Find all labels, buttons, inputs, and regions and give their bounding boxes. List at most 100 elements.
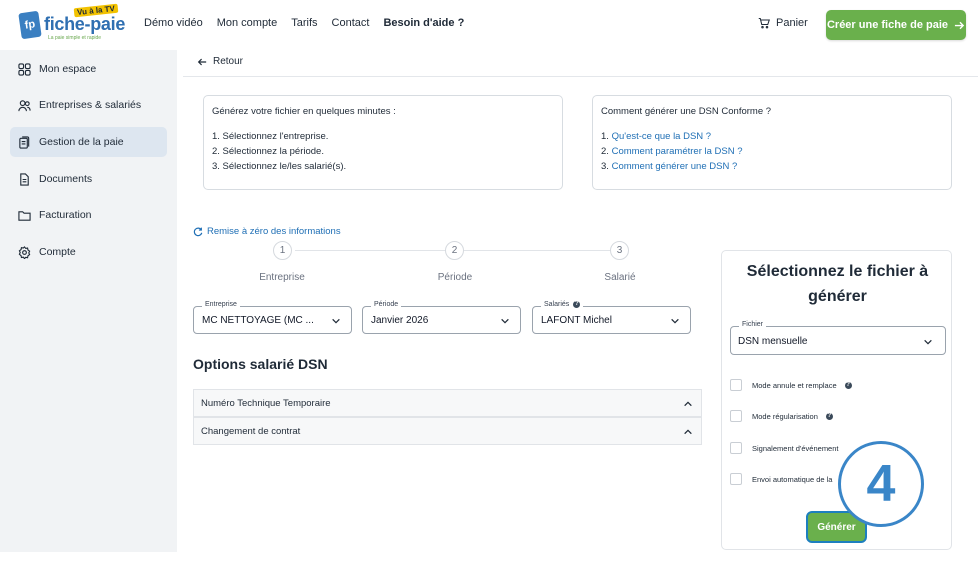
top-navigation: fp fiche-paie Vu à la TV La paie simple … (0, 0, 980, 50)
reset-label: Remise à zéro des informations (207, 226, 341, 237)
chevron-down-icon (332, 318, 340, 324)
instruction-line: 1. Sélectionnez l'entreprise. (212, 131, 329, 142)
dsn-help-line: 2. Comment paramétrer la DSN ? (601, 144, 943, 159)
sidebar-item-label: Compte (39, 246, 76, 258)
header-divider (183, 76, 978, 77)
step-2-label: Période (437, 272, 473, 283)
nav-tarifs[interactable]: Tarifs (291, 17, 317, 29)
checkbox-label: Signalement d'événement (752, 443, 839, 453)
checkbox[interactable] (730, 379, 742, 391)
accordion-changement-contrat[interactable]: Changement de contrat (193, 417, 702, 445)
document-icon (20, 172, 29, 186)
logo-name: fiche-paie (44, 14, 126, 34)
options-title: Options salarié DSN (193, 356, 328, 372)
checkbox-label: Envoi automatique de la (752, 474, 833, 484)
chevron-up-icon (684, 429, 692, 435)
option-regularisation: Mode régularisation ? (730, 409, 930, 423)
accordion-label: Numéro Technique Temporaire (201, 397, 331, 409)
nav-contact[interactable]: Contact (332, 17, 370, 29)
sidebar-item-entreprises[interactable]: Entreprises & salariés (10, 90, 167, 120)
help-icon[interactable]: ? (573, 301, 581, 308)
fichier-select[interactable]: Fichier DSN mensuelle (730, 321, 946, 355)
reset-link[interactable]: Remise à zéro des informations (193, 226, 341, 237)
list-number: 1. (601, 131, 609, 142)
arrow-right-icon (954, 21, 965, 29)
entreprise-label: Entreprise (202, 301, 240, 308)
step-number-badge: 4 (838, 441, 924, 527)
sidebar-item-label: Entreprises & salariés (39, 99, 142, 111)
sidebar-item-label: Mon espace (39, 63, 97, 75)
instructions-box: Générez votre fichier en quelques minute… (203, 95, 563, 190)
salaries-value: LAFONT Michel (541, 315, 612, 326)
folder-icon (18, 210, 31, 221)
instruction-line: 2. Sélectionnez la période. (212, 146, 324, 157)
link-generate-dsn[interactable]: Comment générer une DSN ? (612, 161, 738, 172)
sidebar-item-gestion-paie[interactable]: Gestion de la paie (10, 127, 167, 157)
option-annule-remplace: Mode annule et remplace ? (730, 378, 930, 392)
step-2-circle: 2 (445, 241, 464, 260)
accordion-numero-technique[interactable]: Numéro Technique Temporaire (193, 389, 702, 417)
dsn-help-line: 3. Comment générer une DSN ? (601, 159, 943, 174)
salaries-label: Salariés (544, 301, 570, 308)
nav-besoin-aide[interactable]: Besoin d'aide ? (383, 17, 464, 29)
create-payslip-label: Créer une fiche de paie (826, 19, 949, 31)
list-number: 2. (601, 146, 609, 157)
step-1-circle: 1 (273, 241, 292, 260)
cart-icon (758, 17, 770, 29)
fichier-value: DSN mensuelle (738, 336, 808, 347)
fiche-paie-logo[interactable]: fp fiche-paie Vu à la TV La paie simple … (18, 3, 126, 42)
periode-select[interactable]: Période Janvier 2026 (362, 301, 521, 334)
checkbox[interactable] (730, 442, 742, 454)
create-payslip-button[interactable]: Créer une fiche de paie (826, 10, 966, 40)
salaries-select[interactable]: Salariés? LAFONT Michel (532, 301, 691, 334)
sidebar-item-facturation[interactable]: Facturation (10, 200, 167, 230)
chevron-down-icon (501, 318, 509, 324)
main-nav: Démo vidéo Mon compte Tarifs Contact Bes… (144, 17, 464, 29)
dsn-help-line: 1. Qu'est-ce que la DSN ? (601, 129, 943, 144)
chevron-down-icon (924, 339, 932, 345)
accordion-label: Changement de contrat (201, 425, 301, 437)
step-1-label: Entreprise (259, 272, 305, 283)
users-icon (18, 99, 31, 111)
sidebar-item-mon-espace[interactable]: Mon espace (10, 54, 167, 84)
instruction-line: 3. Sélectionnez le/les salarié(s). (212, 161, 347, 172)
entreprise-select[interactable]: Entreprise MC NETTOYAGE (MC ... (193, 301, 352, 334)
periode-value: Janvier 2026 (371, 315, 429, 326)
step-3-circle: 3 (610, 241, 629, 260)
logo-mark: fp (18, 10, 42, 40)
step-3-label: Salarié (604, 272, 636, 283)
nav-demo-video[interactable]: Démo vidéo (144, 17, 203, 29)
back-link[interactable]: Retour (197, 56, 243, 67)
sidebar: Mon espace Entreprises & salariés Gestio… (0, 50, 177, 552)
cart-button[interactable]: Panier (758, 17, 808, 29)
cart-label: Panier (776, 17, 808, 29)
sidebar-item-label: Documents (39, 173, 93, 185)
nav-mon-compte[interactable]: Mon compte (217, 17, 278, 29)
grid-icon (18, 62, 31, 76)
arrow-left-icon (197, 58, 207, 65)
gear-icon (18, 245, 31, 259)
help-icon[interactable]: ? (825, 412, 833, 420)
periode-label: Période (371, 301, 402, 308)
sidebar-item-compte[interactable]: Compte (10, 237, 167, 267)
logo-tagline: La paie simple et rapide (48, 35, 102, 41)
dsn-help-title: Comment générer une DSN Conforme ? (601, 106, 772, 117)
back-label: Retour (213, 56, 244, 67)
sidebar-item-label: Facturation (39, 209, 92, 221)
panel-title: Sélectionnez le fichier à générer (746, 263, 929, 305)
salaries-label-wrap: Salariés? (541, 301, 584, 308)
sidebar-item-documents[interactable]: Documents (10, 164, 167, 194)
instructions-title: Générez votre fichier en quelques minute… (212, 106, 396, 117)
link-what-is-dsn[interactable]: Qu'est-ce que la DSN ? (612, 131, 712, 142)
chevron-up-icon (684, 401, 692, 407)
fichier-label: Fichier (739, 321, 767, 328)
help-icon[interactable]: ? (844, 381, 852, 389)
link-configure-dsn[interactable]: Comment paramétrer la DSN ? (612, 146, 743, 157)
checkbox-label: Mode annule et remplace (752, 380, 837, 390)
list-number: 3. (601, 161, 609, 172)
refresh-icon (193, 227, 203, 236)
checkbox[interactable] (730, 473, 742, 485)
sidebar-item-label: Gestion de la paie (39, 136, 124, 148)
dsn-help-box: Comment générer une DSN Conforme ? 1. Qu… (592, 95, 952, 190)
checkbox[interactable] (730, 410, 742, 422)
